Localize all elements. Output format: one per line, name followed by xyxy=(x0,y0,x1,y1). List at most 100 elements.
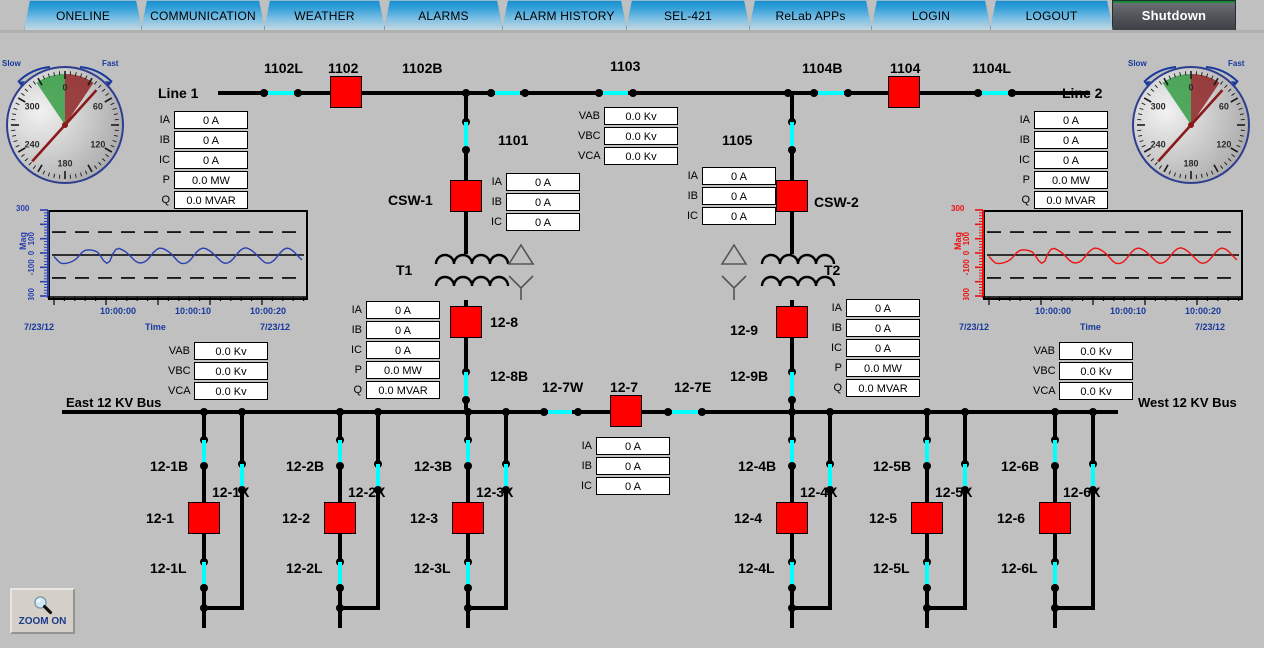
label-12-5: 12-5 xyxy=(869,510,897,526)
t1-meas-row: Q0.0 MVAR xyxy=(340,380,440,399)
tie-12-7-meas-row: IA0 A xyxy=(570,436,670,455)
csw-2-meas-key: IA xyxy=(676,170,702,182)
bypass-leg-top-12-6 xyxy=(1091,410,1095,464)
t1-meas-value: 0.0 MVAR xyxy=(366,381,440,399)
breaker-12-7[interactable] xyxy=(610,395,642,427)
breaker-1102[interactable] xyxy=(330,76,362,108)
line-1-meas-row: P0.0 MW xyxy=(148,170,248,189)
line-2-meas-row: IC0 A xyxy=(1008,150,1108,169)
label-1102b: 1102B xyxy=(402,60,442,76)
breaker-12-8[interactable] xyxy=(450,306,482,338)
line-1-meas-value: 0 A xyxy=(174,111,248,129)
zoom-on-button[interactable]: ZOOM ON xyxy=(10,588,75,634)
label-12-4L: 12-4L xyxy=(738,560,775,576)
breaker-12-1[interactable] xyxy=(188,502,220,534)
t1-meas-value: 0 A xyxy=(366,321,440,339)
disconnect-12-3B xyxy=(466,440,470,464)
measurement-panel-line-2: IA0 AIB0 AIC0 AP0.0 MWQ0.0 MVAR xyxy=(1008,110,1108,210)
line-2-meas-value: 0 A xyxy=(1034,151,1108,169)
breaker-12-5[interactable] xyxy=(911,502,943,534)
bypass-tie-12-1 xyxy=(202,606,244,610)
t1-meas-value: 0.0 MW xyxy=(366,361,440,379)
line-1-meas-row: IC0 A xyxy=(148,150,248,169)
west-bus-volt-key: VCA xyxy=(1033,385,1059,397)
label-12-2B: 12-2B xyxy=(286,458,324,474)
breaker-12-2[interactable] xyxy=(324,502,356,534)
breaker-12-4[interactable] xyxy=(776,502,808,534)
junction-node xyxy=(260,89,268,97)
t1-meas-key: P xyxy=(340,364,366,376)
disconnect-12-1B xyxy=(202,440,206,464)
csw-2-meas-value: 0 A xyxy=(702,167,776,185)
measurement-panel-tie-12-7: IA0 AIB0 AIC0 A xyxy=(570,436,670,496)
disconnect-12-6B xyxy=(1053,440,1057,464)
label-csw-1: CSW-1 xyxy=(388,192,433,208)
breaker-csw-2[interactable] xyxy=(776,180,808,212)
wire-12-7w xyxy=(572,410,610,414)
line-1-meas-value: 0.0 MW xyxy=(174,171,248,189)
bypass-tie-12-5 xyxy=(925,606,967,610)
east-bus-volt-row: VAB0.0 Kv xyxy=(168,341,268,360)
measurement-panel-t1: IA0 AIB0 AIC0 AP0.0 MWQ0.0 MVAR xyxy=(340,300,440,400)
csw-1-meas-value: 0 A xyxy=(506,193,580,211)
magnifier-icon xyxy=(32,595,54,615)
bypass-leg-down-12-5 xyxy=(963,488,967,610)
east-bus-volt-value: 0.0 Kv xyxy=(194,362,268,380)
breaker-csw-1[interactable] xyxy=(450,180,482,212)
csw-1-meas-key: IB xyxy=(480,196,506,208)
line-1-meas-key: Q xyxy=(148,194,174,206)
tie-12-7-meas-value: 0 A xyxy=(596,437,670,455)
t1-meas-key: IB xyxy=(340,324,366,336)
label-west-12kv-bus: West 12 KV Bus xyxy=(1138,395,1237,410)
junction-node xyxy=(810,89,818,97)
line-2-meas-value: 0.0 MVAR xyxy=(1034,191,1108,209)
disconnect-1104l xyxy=(982,91,1008,95)
tie-12-7-meas-key: IB xyxy=(570,460,596,472)
t2-meas-value: 0 A xyxy=(846,319,920,337)
t2-meas-key: IA xyxy=(820,302,846,314)
measurement-panel-west-bus: VAB0.0 KvVBC0.0 KvVCA0.0 Kv xyxy=(1033,341,1133,401)
bus-1103-volt-row: VAB0.0 Kv xyxy=(578,106,678,125)
line-2-meas-key: Q xyxy=(1008,194,1034,206)
label-12-6: 12-6 xyxy=(997,510,1025,526)
line-2-meas-row: Q0.0 MVAR xyxy=(1008,190,1108,209)
t1-meas-value: 0 A xyxy=(366,301,440,319)
breaker-12-6[interactable] xyxy=(1039,502,1071,534)
line-1-meas-value: 0.0 MVAR xyxy=(174,191,248,209)
breaker-12-3[interactable] xyxy=(452,502,484,534)
t2-meas-key: IB xyxy=(820,322,846,334)
breaker-1104[interactable] xyxy=(888,76,920,108)
breaker-12-9[interactable] xyxy=(776,306,808,338)
disconnect-12-7w xyxy=(548,410,574,414)
label-12-8b: 12-8B xyxy=(490,368,528,384)
disconnect-12-6L xyxy=(1053,562,1057,586)
label-12-9: 12-9 xyxy=(730,322,758,338)
t2-meas-row: IB0 A xyxy=(820,318,920,337)
disconnect-12-4B xyxy=(790,440,794,464)
t2-meas-key: IC xyxy=(820,342,846,354)
csw-1-meas-row: IB0 A xyxy=(480,192,580,211)
label-line-1: Line 1 xyxy=(158,85,198,101)
label-12-9b: 12-9B xyxy=(730,368,768,384)
line-1-meas-key: IB xyxy=(148,134,174,146)
disconnect-1102l xyxy=(268,91,294,95)
line-1-meas-value: 0 A xyxy=(174,131,248,149)
label-12-1: 12-1 xyxy=(146,510,174,526)
east-bus-volt-value: 0.0 Kv xyxy=(194,382,268,400)
delta-wye-symbol-t1 xyxy=(505,242,539,304)
junction-node xyxy=(540,408,548,416)
t2-meas-value: 0.0 MW xyxy=(846,359,920,377)
disconnect-12-8b xyxy=(464,372,468,398)
line-2-top-conductor xyxy=(1008,91,1050,95)
line-1-meas-row: IB0 A xyxy=(148,130,248,149)
t2-meas-row: P0.0 MW xyxy=(820,358,920,377)
bypass-leg-top-12-1 xyxy=(240,410,244,464)
disconnect-1104b xyxy=(818,91,844,95)
line-1-meas-key: IA xyxy=(148,114,174,126)
csw-1-meas-value: 0 A xyxy=(506,173,580,191)
bypass-tie-12-2 xyxy=(338,606,380,610)
csw-2-meas-value: 0 A xyxy=(702,207,776,225)
line-2-meas-key: P xyxy=(1008,174,1034,186)
bus-1103-volt-row: VCA0.0 Kv xyxy=(578,146,678,165)
label-12-7: 12-7 xyxy=(610,379,638,395)
